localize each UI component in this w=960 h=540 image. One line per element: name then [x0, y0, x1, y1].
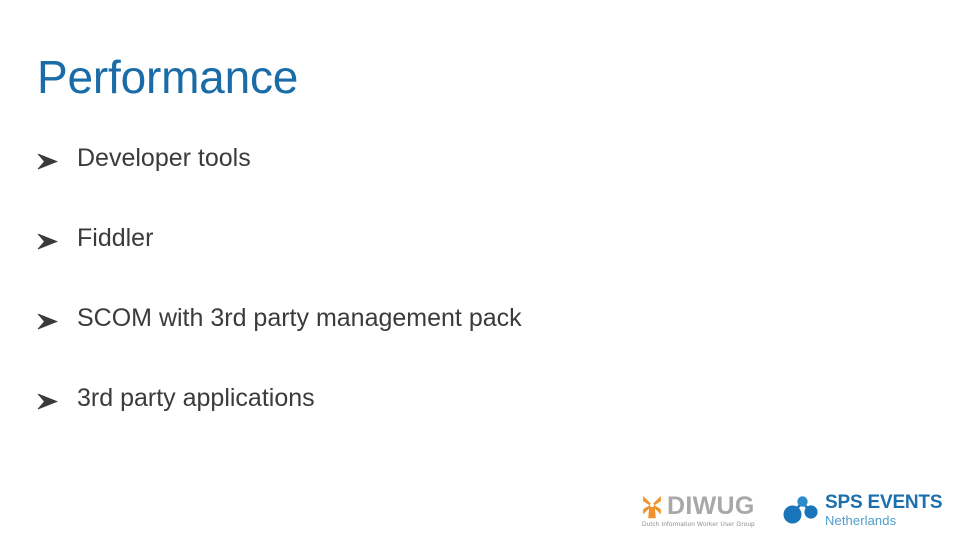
list-item: SCOM with 3rd party management pack — [37, 303, 657, 383]
list-item: Developer tools — [37, 143, 657, 223]
list-item-label: SCOM with 3rd party management pack — [77, 304, 522, 332]
sps-events-wordmark: SPS EVENTS — [825, 491, 943, 513]
windmill-icon — [640, 493, 664, 519]
footer-logo-group: DIWUG Dutch Information Worker User Grou… — [640, 484, 950, 536]
list-item-label: Developer tools — [77, 144, 251, 172]
list-item-label: 3rd party applications — [77, 384, 315, 412]
slide-canvas: Performance Developer tools Fiddler SCOM… — [0, 0, 960, 540]
page-title: Performance — [37, 51, 299, 103]
diwug-wordmark: DIWUG — [667, 491, 755, 520]
arrow-bullet-icon — [37, 303, 77, 330]
list-item: 3rd party applications — [37, 383, 657, 463]
diwug-logo-row: DIWUG — [640, 493, 755, 519]
arrow-bullet-icon — [37, 143, 77, 170]
list-item-label: Fiddler — [77, 224, 154, 252]
sps-events-subtitle: Netherlands — [825, 512, 897, 528]
arrow-bullet-icon — [37, 223, 77, 250]
bullet-list: Developer tools Fiddler SCOM with 3rd pa… — [37, 143, 657, 463]
diwug-tagline: Dutch Information Worker User Group — [642, 520, 755, 528]
molecule-circles-icon — [782, 493, 820, 527]
list-item: Fiddler — [37, 223, 657, 303]
sps-events-logo: SPS EVENTS Netherlands — [782, 491, 943, 528]
diwug-logo: DIWUG Dutch Information Worker User Grou… — [640, 493, 760, 528]
arrow-bullet-icon — [37, 383, 77, 410]
sps-events-text: SPS EVENTS Netherlands — [825, 491, 943, 528]
